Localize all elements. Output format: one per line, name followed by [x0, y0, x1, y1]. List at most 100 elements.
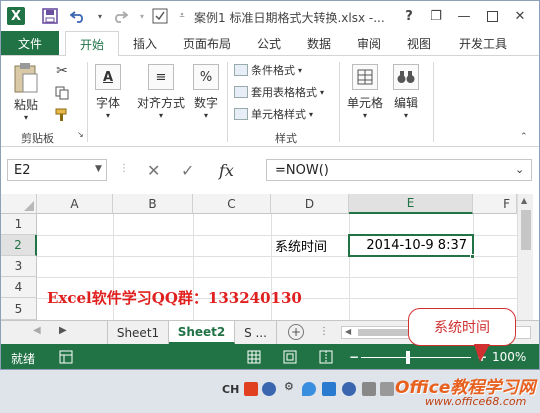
help-button[interactable]: ?	[398, 7, 420, 25]
customize-qat-icon[interactable]	[149, 5, 171, 27]
cell-style-button[interactable]: 单元格样式 ▾	[234, 106, 313, 122]
row-header[interactable]: 4	[1, 277, 37, 298]
collapse-ribbon-icon[interactable]: ⌃	[520, 132, 528, 142]
column-header[interactable]: A	[37, 194, 113, 214]
page-layout-view-icon[interactable]	[283, 350, 297, 367]
prev-sheet-icon[interactable]: ◀	[33, 325, 41, 336]
ribbon-separator	[87, 62, 88, 142]
tray-flag-icon[interactable]	[362, 382, 376, 396]
font-button[interactable]: A 字体 ▾	[95, 64, 121, 120]
tab-review[interactable]: 审阅	[347, 31, 391, 55]
enter-entry-icon[interactable]: ✓	[181, 161, 194, 180]
next-sheet-icon[interactable]: ▶	[59, 325, 67, 336]
tab-split-icon[interactable]: ⋮	[319, 326, 329, 337]
window-title: 案例1 标准日期格式大转换.xlsx -...	[194, 11, 385, 25]
scroll-left-icon[interactable]: ◀	[345, 327, 351, 336]
zoom-level[interactable]: 100%	[492, 350, 526, 364]
styles-group-label: 样式	[275, 132, 297, 145]
copy-icon[interactable]	[51, 82, 73, 104]
conditional-format-button[interactable]: 条件格式 ▾	[234, 62, 302, 78]
tab-page-layout[interactable]: 页面布局	[171, 31, 243, 55]
vertical-scroll-thumb[interactable]	[521, 210, 531, 250]
close-button[interactable]: ✕	[509, 7, 531, 25]
undo-dropdown-icon[interactable]: ▾	[89, 5, 111, 27]
page-break-view-icon[interactable]	[319, 350, 333, 367]
sheet-tab-sheet2[interactable]: Sheet2	[169, 321, 235, 344]
redo-icon[interactable]	[109, 5, 131, 27]
sheet-tab-more[interactable]: S ...	[235, 321, 277, 344]
cell-d2[interactable]: 系统时间	[275, 235, 327, 256]
tray-device-icon[interactable]	[380, 382, 394, 396]
macro-record-icon[interactable]	[59, 350, 73, 367]
sheet-tab-sheet1[interactable]: Sheet1	[107, 321, 169, 344]
maximize-button[interactable]	[481, 7, 503, 25]
zoom-slider-track[interactable]	[361, 357, 471, 358]
editing-button[interactable]: 编辑 ▾	[393, 64, 419, 120]
insert-function-button[interactable]: fx	[219, 161, 234, 180]
tab-data[interactable]: 数据	[297, 31, 341, 55]
font-dropdown-icon: ▾	[105, 111, 110, 120]
cell-style-label: 单元格样式	[251, 108, 306, 121]
dropdown-icon: ▾	[309, 109, 314, 119]
expand-formula-bar-icon[interactable]: ⌄	[515, 163, 524, 176]
cut-icon[interactable]: ✂	[51, 60, 73, 82]
format-painter-icon[interactable]	[51, 104, 73, 126]
alignment-label: 对齐方式	[137, 96, 186, 110]
tab-formulas[interactable]: 公式	[247, 31, 291, 55]
column-header[interactable]: D	[271, 194, 349, 214]
paste-dropdown-icon[interactable]: ▾	[24, 113, 28, 122]
normal-view-icon[interactable]	[247, 350, 261, 367]
paste-button[interactable]: 粘贴 ▾	[13, 62, 39, 122]
select-all-corner[interactable]	[1, 194, 37, 214]
tab-insert[interactable]: 插入	[123, 31, 167, 55]
row-header[interactable]: 3	[1, 256, 37, 277]
row-header[interactable]: 5	[1, 298, 37, 320]
save-icon[interactable]	[39, 5, 61, 27]
ime-indicator[interactable]: CH	[222, 383, 239, 396]
add-sheet-button[interactable]: +	[288, 324, 304, 340]
alignment-button[interactable]: ≡ 对齐方式 ▾	[137, 64, 185, 120]
alignment-icon: ≡	[148, 64, 174, 90]
cell-style-icon	[234, 108, 248, 120]
ribbon-display-options-button[interactable]: ❐	[425, 7, 447, 25]
cells-button[interactable]: 单元格 ▾	[347, 64, 383, 120]
table-format-label: 套用表格格式	[251, 86, 317, 99]
column-header-selected[interactable]: E	[349, 194, 473, 214]
scroll-up-icon[interactable]: ▲	[521, 196, 527, 205]
tab-developer[interactable]: 开发工具	[447, 31, 519, 55]
number-button[interactable]: % 数字 ▾	[193, 64, 219, 120]
zoom-slider-knob[interactable]	[406, 351, 410, 364]
undo-icon[interactable]	[67, 5, 89, 27]
help-tray-icon[interactable]	[262, 382, 276, 396]
tray-app-icon[interactable]	[322, 382, 336, 396]
vertical-scrollbar[interactable]: ▲	[517, 194, 533, 320]
network-icon[interactable]	[342, 382, 356, 396]
ime-logo-icon[interactable]	[244, 382, 258, 396]
column-header[interactable]: B	[113, 194, 193, 214]
name-box[interactable]: E2	[7, 159, 107, 181]
cancel-entry-icon[interactable]: ✕	[147, 161, 160, 180]
qat-more-icon[interactable]: ⩡	[171, 5, 193, 27]
horizontal-scroll-thumb[interactable]	[358, 329, 408, 336]
table-format-button[interactable]: 套用表格格式 ▾	[234, 84, 324, 100]
row-header[interactable]: 1	[1, 214, 37, 235]
tab-file[interactable]: 文件	[1, 31, 59, 55]
minimize-button[interactable]: —	[453, 7, 475, 25]
paste-label: 粘贴	[13, 98, 38, 112]
tab-view[interactable]: 视图	[397, 31, 441, 55]
tray-settings-icon[interactable]: ⚙	[284, 380, 294, 393]
clipboard-launcher-icon[interactable]: ↘	[77, 130, 84, 139]
fill-handle[interactable]	[470, 254, 475, 259]
column-header[interactable]: F	[473, 194, 517, 214]
gridline	[473, 214, 474, 320]
column-header[interactable]: C	[193, 194, 271, 214]
formula-bar: E2 ▼ ⋮ ✕ ✓ fx =NOW() ⌄	[1, 155, 539, 185]
zoom-out-icon[interactable]: −	[349, 350, 359, 364]
security-shield-icon[interactable]	[302, 382, 316, 396]
row-header-selected[interactable]: 2	[1, 235, 37, 256]
formula-input[interactable]: =NOW()	[266, 159, 532, 181]
name-box-dropdown-icon[interactable]: ▼	[95, 164, 102, 174]
tab-home[interactable]: 开始	[65, 31, 119, 56]
cell-e2[interactable]: 2014-10-9 8:37	[349, 235, 471, 256]
ribbon-separator	[339, 62, 340, 142]
